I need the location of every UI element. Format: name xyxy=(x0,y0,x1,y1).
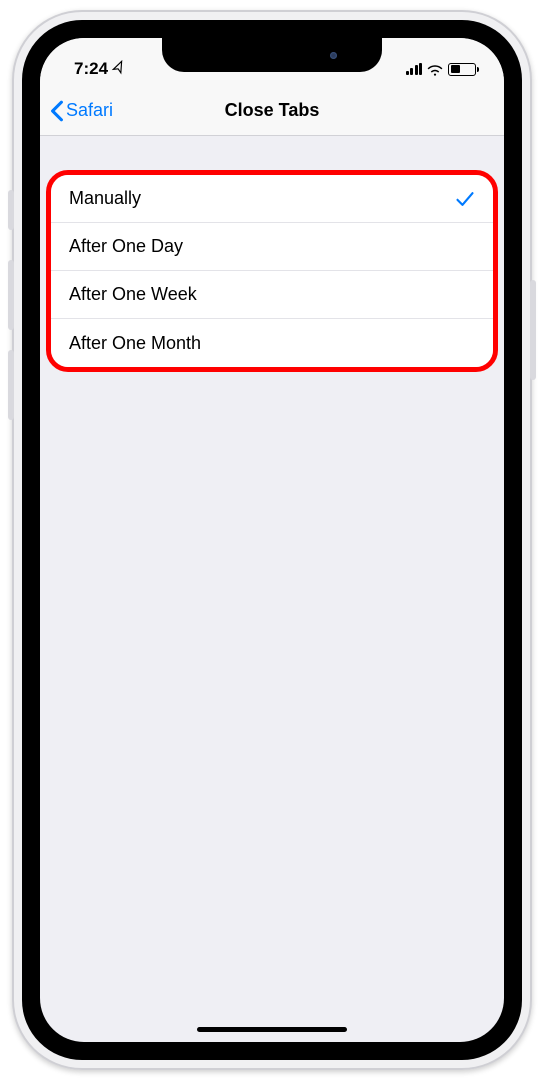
option-label: After One Month xyxy=(69,333,201,354)
screen: 7:24 xyxy=(40,38,504,1042)
status-right xyxy=(406,62,477,76)
option-label: After One Week xyxy=(69,284,197,305)
checkmark-icon xyxy=(455,190,475,208)
power-button xyxy=(530,280,536,380)
content-area: Manually After One Day After One Week xyxy=(40,136,504,372)
back-button[interactable]: Safari xyxy=(50,100,113,122)
option-label: Manually xyxy=(69,188,141,209)
option-after-one-month[interactable]: After One Month xyxy=(51,319,493,367)
option-after-one-week[interactable]: After One Week xyxy=(51,271,493,319)
location-icon xyxy=(110,59,129,80)
chevron-left-icon xyxy=(50,100,64,122)
cellular-icon xyxy=(406,63,423,75)
home-indicator[interactable] xyxy=(197,1027,347,1032)
close-tabs-options: Manually After One Day After One Week xyxy=(51,175,493,367)
option-manually[interactable]: Manually xyxy=(51,175,493,223)
phone-bezel: 7:24 xyxy=(22,20,522,1060)
highlight-annotation: Manually After One Day After One Week xyxy=(46,170,498,372)
back-label: Safari xyxy=(66,100,113,121)
status-left: 7:24 xyxy=(74,59,126,79)
phone-frame: 7:24 xyxy=(12,10,532,1070)
camera-dot xyxy=(330,52,337,59)
battery-fill xyxy=(451,65,460,73)
status-time: 7:24 xyxy=(74,59,108,79)
page-title: Close Tabs xyxy=(225,100,320,121)
option-after-one-day[interactable]: After One Day xyxy=(51,223,493,271)
option-label: After One Day xyxy=(69,236,183,257)
notch xyxy=(162,38,382,72)
nav-bar: Safari Close Tabs xyxy=(40,86,504,136)
volume-up-button xyxy=(8,260,14,330)
wifi-icon xyxy=(426,62,444,76)
battery-icon xyxy=(448,63,476,76)
mute-switch xyxy=(8,190,14,230)
volume-down-button xyxy=(8,350,14,420)
